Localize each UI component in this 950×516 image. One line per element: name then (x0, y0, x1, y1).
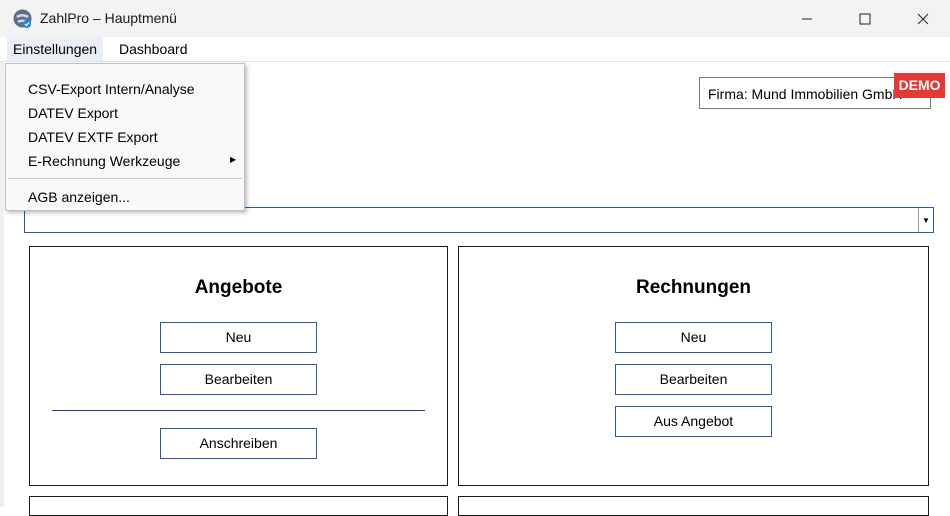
close-button[interactable] (894, 0, 950, 37)
menu-item-csv-export[interactable]: CSV-Export Intern/Analyse (28, 78, 195, 100)
menu-item-datev-extf-export[interactable]: DATEV EXTF Export (28, 126, 158, 148)
submenu-arrow-icon: ▶ (230, 155, 237, 164)
menu-dashboard[interactable]: Dashboard (113, 37, 194, 61)
rechnungen-aus-angebot-button[interactable]: Aus Angebot (615, 406, 772, 437)
einstellungen-dropdown-menu: CSV-Export Intern/Analyse DATEV Export D… (5, 63, 245, 211)
maximize-icon (859, 13, 871, 24)
minimize-icon (802, 18, 812, 19)
angebote-title: Angebote (194, 277, 283, 298)
angebote-bearbeiten-button[interactable]: Bearbeiten (160, 364, 317, 395)
angebote-neu-button[interactable]: Neu (160, 322, 317, 353)
rechnungen-title: Rechnungen (635, 277, 752, 298)
window-title: ZahlPro – Hauptmenü (40, 10, 177, 26)
title-bar: ZahlPro – Hauptmenü (0, 0, 950, 37)
close-icon (917, 13, 929, 24)
demo-badge: DEMO (894, 73, 945, 98)
maximize-button[interactable] (836, 0, 894, 37)
minimize-button[interactable] (778, 0, 836, 37)
angebote-panel: Angebote Neu Bearbeiten Anschreiben (29, 246, 448, 486)
menu-einstellungen[interactable]: Einstellungen (7, 37, 104, 61)
rechnungen-bearbeiten-button[interactable]: Bearbeiten (615, 364, 772, 395)
lower-panel-right (458, 496, 929, 516)
angebote-anschreiben-button[interactable]: Anschreiben (160, 428, 317, 459)
left-edge-strip (0, 62, 4, 507)
lower-panel-left (29, 496, 448, 516)
menu-item-e-rechnung-werkzeuge[interactable]: E-Rechnung Werkzeuge (28, 150, 180, 172)
menu-item-agb-anzeigen[interactable]: AGB anzeigen... (28, 186, 130, 208)
rechnungen-neu-button[interactable]: Neu (615, 322, 772, 353)
menu-bar: Einstellungen Dashboard (0, 37, 950, 62)
angebote-divider (52, 410, 425, 411)
rechnungen-panel: Rechnungen Neu Bearbeiten Aus Angebot (458, 246, 929, 486)
dropdown-arrow-icon[interactable]: ▼ (918, 208, 933, 232)
app-logo-icon (13, 9, 32, 28)
menu-item-datev-export[interactable]: DATEV Export (28, 102, 118, 124)
menu-separator (8, 178, 242, 179)
